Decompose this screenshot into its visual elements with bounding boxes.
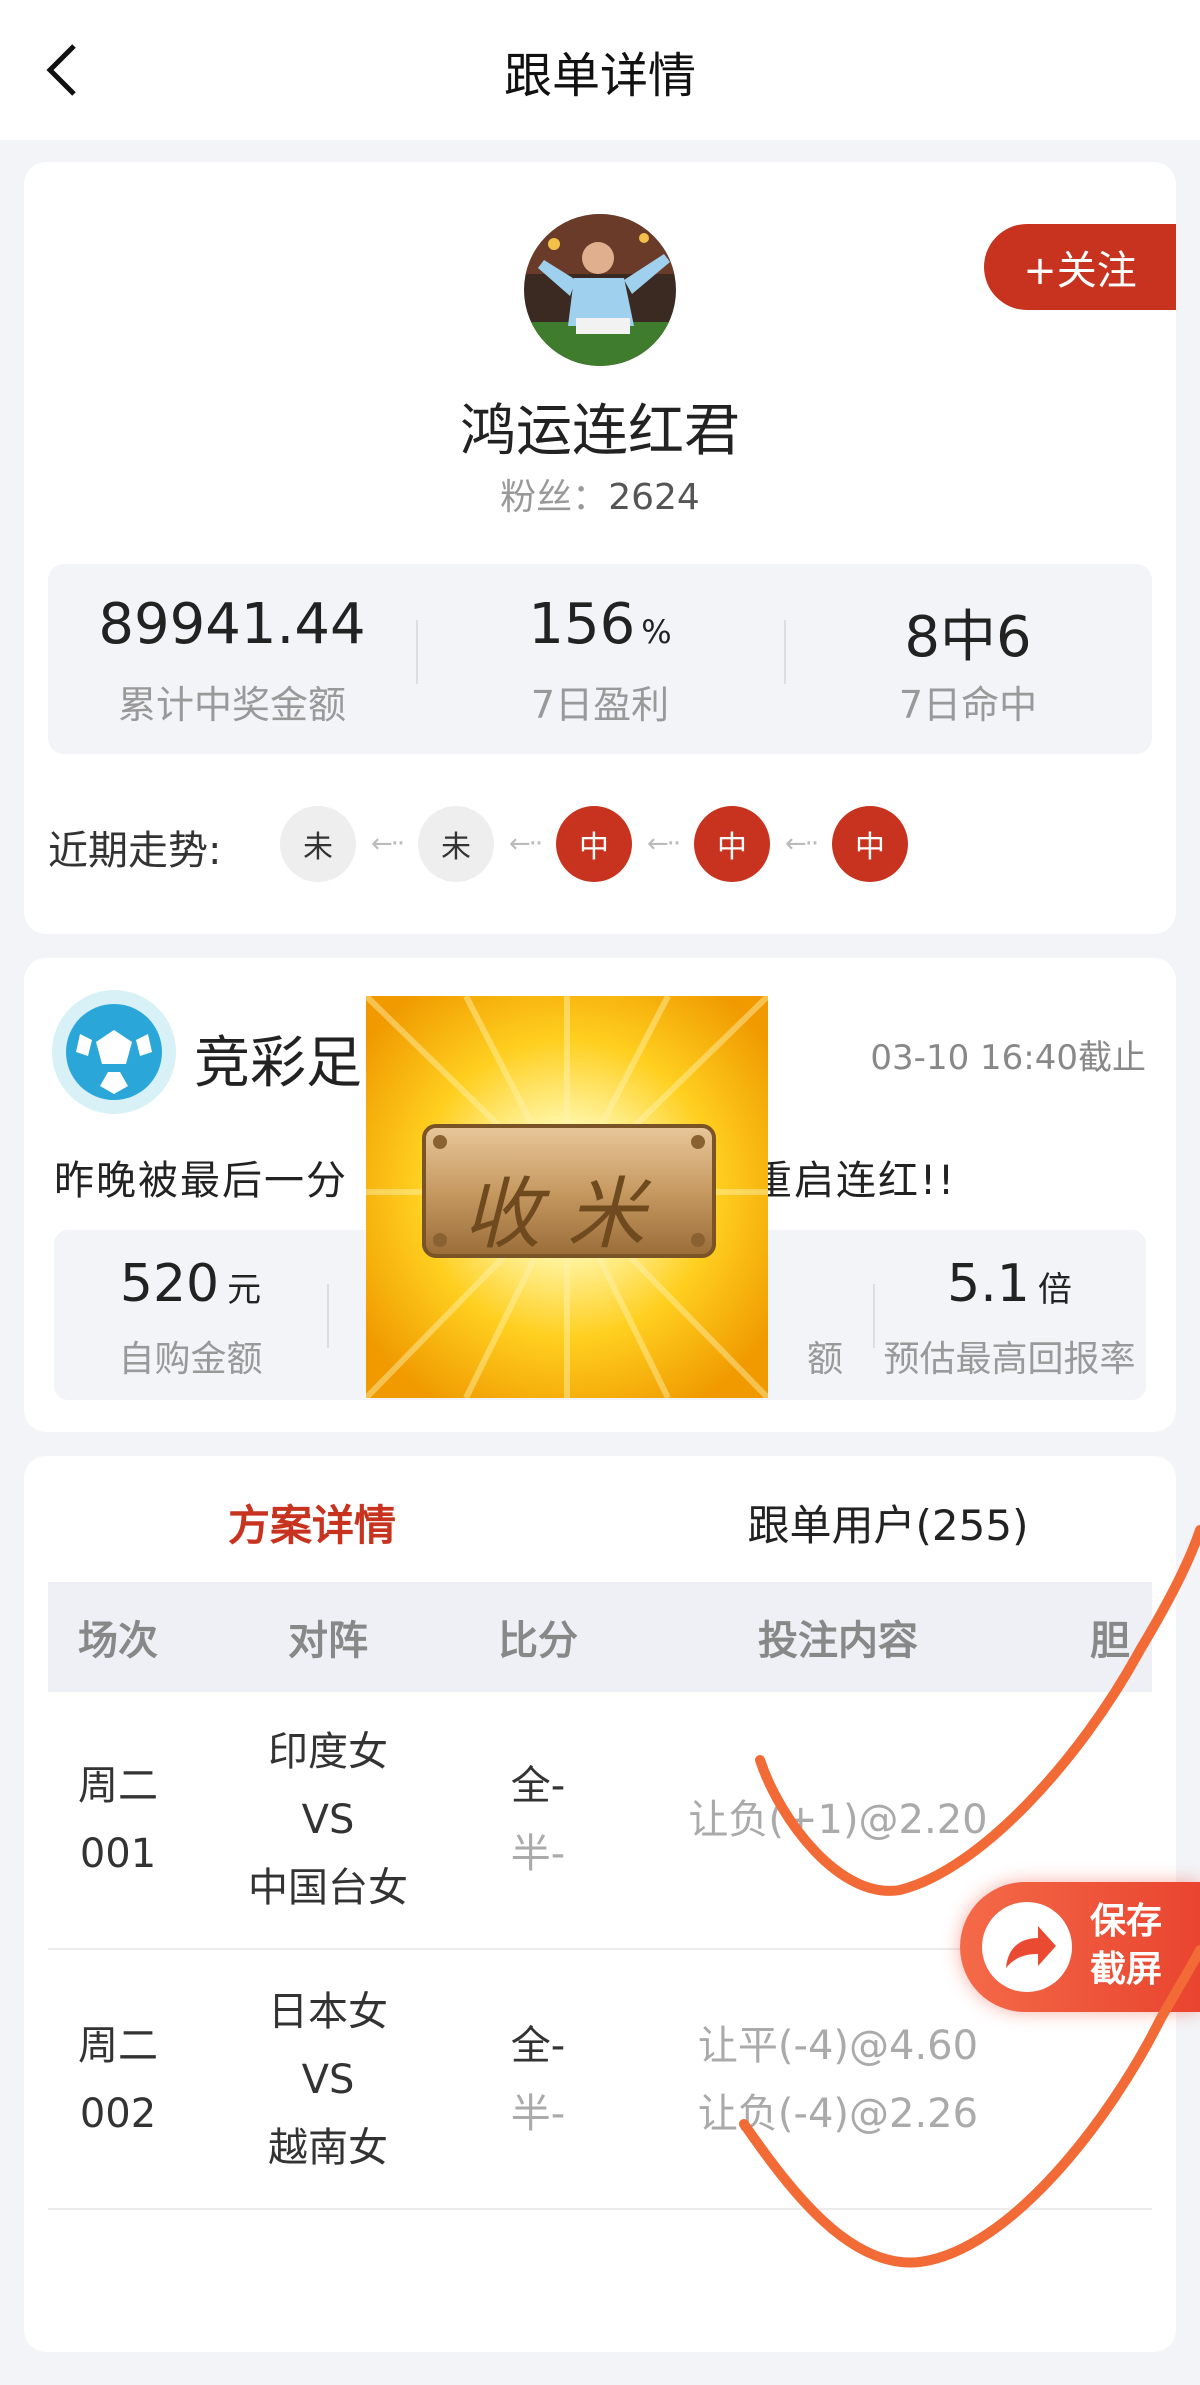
stat-value: 5.1 bbox=[947, 1254, 1030, 1314]
trend-dot: 未 bbox=[280, 806, 356, 882]
trend-dot: 中 bbox=[556, 806, 632, 882]
follow-button[interactable]: +关注 bbox=[984, 224, 1176, 310]
trend-arrow: ←·· bbox=[646, 829, 681, 859]
nav-bar: 跟单详情 bbox=[0, 0, 1200, 140]
column-header: 场次 bbox=[78, 1618, 158, 1664]
stat-value: 156 bbox=[528, 592, 636, 657]
fans-value: 2624 bbox=[608, 477, 700, 518]
page-title: 跟单详情 bbox=[503, 48, 696, 104]
score: 全- 半- bbox=[468, 1752, 608, 1888]
save-screenshot-label: 保存 截屏 bbox=[1090, 1898, 1200, 1994]
bet-option: 让平(-4)@4.60 bbox=[697, 2023, 979, 2069]
match-day: 周二 bbox=[78, 1763, 158, 1809]
sticker-text: 收米 bbox=[462, 1170, 671, 1260]
user-name: 鸿运连红君 bbox=[460, 399, 740, 464]
half-time-score: 半- bbox=[510, 2091, 566, 2137]
share-arrow-icon bbox=[982, 1902, 1072, 1992]
score: 全- 半- bbox=[468, 2012, 608, 2148]
save-label-line1: 保存 bbox=[1090, 1901, 1163, 1942]
shoumi-sticker-image: 收米 bbox=[366, 996, 768, 1398]
fans-count: 粉丝：2624 bbox=[24, 468, 1176, 520]
column-header: 比分 bbox=[498, 1618, 578, 1664]
stat-label: 累计中奖金额 bbox=[117, 683, 346, 727]
save-label-line2: 截屏 bbox=[1090, 1949, 1163, 1990]
stat-7day-hits: 8中6 7日命中 bbox=[784, 564, 1152, 754]
vs-label: VS bbox=[301, 2057, 355, 2103]
plan-description-end: 重启连红!! bbox=[752, 1158, 957, 1204]
column-header: 胆 bbox=[1090, 1618, 1130, 1664]
plan-description-start: 昨晚被最后一分 bbox=[54, 1158, 348, 1204]
stat-unit: % bbox=[641, 613, 672, 651]
stat-7day-profit: 156% 7日盈利 bbox=[416, 564, 784, 754]
trend-label: 近期走势: bbox=[48, 828, 222, 874]
deadline: 03-10 16:40截止 bbox=[870, 1038, 1146, 1078]
stat-unit: 元 bbox=[227, 1270, 262, 1310]
trend-list: 未 ←·· 未 ←·· 中 ←·· 中 ←·· 中 bbox=[280, 806, 908, 882]
stat-max-return: 5.1 倍 预估最高回报率 bbox=[873, 1230, 1146, 1400]
tab-follow-users[interactable]: 跟单用户(255) bbox=[600, 1486, 1176, 1566]
match-id: 周二 002 bbox=[48, 2012, 188, 2148]
tab-bar: 方案详情 跟单用户(255) bbox=[24, 1486, 1176, 1566]
avatar[interactable] bbox=[524, 214, 676, 366]
vs-label: VS bbox=[301, 1797, 355, 1843]
stat-label: 预估最高回报率 bbox=[883, 1339, 1136, 1380]
plan-card[interactable]: 竞彩足 03-10 16:40截止 昨晚被最后一分 重启连红!! 520 元 自购金… bbox=[24, 958, 1176, 1432]
tab-plan-details[interactable]: 方案详情 bbox=[24, 1486, 600, 1566]
full-time-score: 全- bbox=[510, 1763, 566, 1809]
stat-self-amount: 520 元 自购金额 bbox=[54, 1230, 327, 1400]
stat-total-prize: 89941.44 累计中奖金额 bbox=[48, 564, 416, 754]
trend-dot: 中 bbox=[832, 806, 908, 882]
bet-content: 让负(+1)@2.20 bbox=[608, 1786, 1068, 1854]
matchup: 印度女 VS 中国台女 bbox=[188, 1718, 468, 1922]
match-no: 001 bbox=[79, 1831, 157, 1877]
match-id: 周二 001 bbox=[48, 1752, 188, 1888]
bet-option: 让负(+1)@2.20 bbox=[688, 1797, 988, 1843]
stat-label: 自购金额 bbox=[118, 1339, 263, 1380]
plan-title: 竞彩足 bbox=[194, 1031, 362, 1096]
stat-unit: 倍 bbox=[1037, 1270, 1072, 1310]
fans-label: 粉丝： bbox=[500, 477, 609, 518]
profile-stats: 89941.44 累计中奖金额 156% 7日盈利 8中6 7日命中 bbox=[48, 564, 1152, 754]
trend-arrow: ←·· bbox=[784, 829, 819, 859]
trend-dot: 未 bbox=[418, 806, 494, 882]
half-time-score: 半- bbox=[510, 1831, 566, 1877]
stat-value: 520 bbox=[119, 1254, 220, 1314]
away-team: 越南女 bbox=[268, 2125, 388, 2171]
bet-option: 让负(-4)@2.26 bbox=[697, 2091, 979, 2137]
profile-card: +关注 鸿运连红君 粉丝：2624 89941.44 累计中奖金额 156% 7… bbox=[24, 162, 1176, 934]
stat-label: 7日盈利 bbox=[530, 683, 670, 727]
matchup: 日本女 VS 越南女 bbox=[188, 1978, 468, 2182]
save-screenshot-button[interactable]: 保存 截屏 bbox=[960, 1882, 1200, 2012]
match-no: 002 bbox=[79, 2091, 157, 2137]
home-team: 日本女 bbox=[268, 1989, 388, 2035]
away-team: 中国台女 bbox=[248, 1865, 408, 1911]
bet-content: 让平(-4)@4.60 让负(-4)@2.26 bbox=[608, 2012, 1068, 2148]
trend-dot: 中 bbox=[694, 806, 770, 882]
match-day: 周二 bbox=[78, 2023, 158, 2069]
stat-value: 8中6 bbox=[904, 605, 1032, 670]
column-header: 对阵 bbox=[288, 1618, 368, 1664]
column-header: 投注内容 bbox=[758, 1618, 918, 1664]
home-team: 印度女 bbox=[268, 1729, 388, 1775]
trend-arrow: ←·· bbox=[508, 829, 543, 859]
stat-label: 7日命中 bbox=[898, 683, 1038, 727]
football-icon bbox=[52, 990, 176, 1114]
full-time-score: 全- bbox=[510, 2023, 566, 2069]
trend-arrow: ←·· bbox=[370, 829, 405, 859]
stat-value: 89941.44 bbox=[98, 592, 366, 657]
table-header: 场次 对阵 比分 投注内容 胆 bbox=[48, 1582, 1152, 1692]
